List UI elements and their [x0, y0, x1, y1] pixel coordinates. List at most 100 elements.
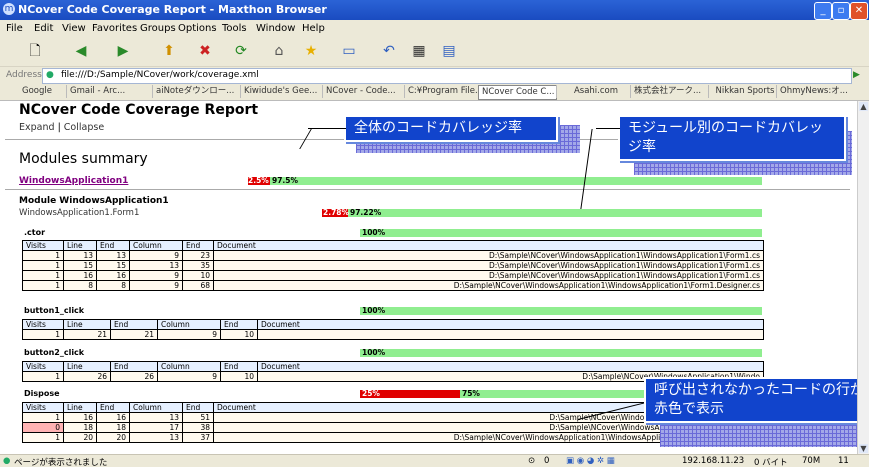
tile-icon[interactable]: ▦: [410, 42, 428, 60]
page-status-icon: ●: [3, 456, 11, 466]
status-ip: 192.168.11.23: [682, 456, 745, 466]
menu-groups[interactable]: Groups: [140, 23, 176, 34]
table-row-uncovered: 0 18 18 17 38 D:\Sample\NCover\WindowsApplica…: [22, 422, 764, 433]
page-title: NCover Code Coverage Report: [19, 102, 259, 118]
callout-pointer: [308, 128, 346, 129]
go-icon[interactable]: ▶: [853, 70, 860, 80]
module-heading: Module WindowsApplication1: [19, 196, 169, 206]
address-bar: Address ● file:///D:/Sample/NCover/work/…: [0, 66, 869, 85]
method-uncovered-label: 25%: [362, 389, 380, 398]
coverage-table: Visits Line End Column End Document 1 13 1…: [22, 240, 764, 291]
new-tab-icon[interactable]: 🗋: [26, 42, 44, 60]
summary-uncovered-label: 2.5%: [248, 176, 269, 185]
method-name: .ctor: [24, 228, 46, 237]
class-uncovered-label: 2.78%: [323, 208, 350, 217]
callout-pointer: [596, 128, 620, 129]
status-bar: ● ページが表示されました ⊙ 0 ▣ ◉ ◕ ✲ ▦ 192.168.11.2…: [0, 454, 869, 468]
favorites-star-icon[interactable]: ★: [302, 42, 320, 60]
method-covered-segment: [360, 349, 762, 357]
divider: [5, 189, 850, 190]
page-icon: ●: [46, 70, 54, 80]
tab-asahi[interactable]: Asahi.com: [556, 85, 632, 98]
callout-pointer: [580, 129, 593, 209]
table-row: 1 16 16 9 10 D:\Sample\NCover\WindowsApplicat…: [22, 270, 764, 281]
stop-icon[interactable]: ✖: [196, 42, 214, 60]
callout-overall-coverage: 全体のコードカバレッジ率: [344, 115, 558, 142]
up-icon[interactable]: ⬆: [160, 42, 178, 60]
tab-kiwidude[interactable]: Kiwidude's Gee...: [240, 85, 324, 98]
menu-favorites[interactable]: Favorites: [92, 23, 137, 34]
table-row: 1 15 15 13 35 D:\Sample\NCover\WindowsApplica…: [22, 260, 764, 271]
collapse-link[interactable]: Collapse: [64, 122, 104, 133]
tab-bar: Google Gmail - Arc... aiNoteダウンロー... Kiw…: [0, 84, 869, 101]
menu-file[interactable]: File: [6, 23, 23, 34]
method-pct-label: 100%: [362, 348, 386, 357]
title-bar: m NCover Code Coverage Report - Maxthon …: [0, 0, 869, 20]
col-column: Column: [129, 240, 183, 251]
menu-tools[interactable]: Tools: [222, 23, 247, 34]
refresh-icon[interactable]: ⟳: [232, 42, 250, 60]
tab-program-files[interactable]: C:¥Program File...: [404, 85, 480, 98]
panel-icon[interactable]: ▤: [440, 42, 458, 60]
status-text: ページが表示されました: [14, 458, 108, 468]
col-end: End: [96, 240, 130, 251]
status-tools-icon[interactable]: ▣ ◉ ◕ ✲ ▦: [566, 456, 615, 466]
address-input[interactable]: ● file:///D:/Sample/NCover/work/coverage…: [42, 68, 852, 84]
tab-ark[interactable]: 株式会社アーク...: [630, 85, 710, 98]
tab-ainote[interactable]: aiNoteダウンロー...: [152, 85, 242, 98]
home-icon[interactable]: ⌂: [270, 42, 288, 60]
minimize-button[interactable]: _: [814, 2, 832, 20]
method-coverage-bar: 100%: [360, 348, 762, 357]
tab-nikkan[interactable]: Nikkan Sports: [708, 85, 778, 98]
col-visits: Visits: [22, 240, 64, 251]
callout-module-coverage: モジュール別のコードカバレッジ率: [618, 115, 846, 161]
method-coverage-bar: 100%: [360, 306, 762, 315]
method-name: button1_click: [24, 306, 85, 315]
class-covered-label: 97.22%: [350, 208, 382, 217]
expand-collapse-links: Expand | Collapse: [19, 122, 105, 133]
table-row: 1 8 8 9 68 D:\Sample\NCover\WindowsApplicatio…: [22, 280, 764, 291]
back-icon[interactable]: ◀: [72, 42, 90, 60]
method-name: Dispose: [24, 389, 60, 398]
forward-icon[interactable]: ▶: [114, 42, 132, 60]
undo-icon[interactable]: ↶: [380, 42, 398, 60]
menu-help[interactable]: Help: [302, 23, 325, 34]
vertical-scrollbar[interactable]: ▲ ▼: [857, 101, 869, 454]
menu-options[interactable]: Options: [178, 23, 217, 34]
menu-view[interactable]: View: [62, 23, 86, 34]
tab-gmail[interactable]: Gmail - Arc...: [66, 85, 154, 98]
callout-uncalled-lines: 呼び出されなかったコードの行が赤色で表示: [644, 377, 857, 423]
col-line: Line: [63, 240, 97, 251]
tab-google[interactable]: Google: [4, 85, 67, 98]
class-covered-segment: [348, 209, 762, 217]
scroll-up-icon[interactable]: ▲: [859, 102, 868, 111]
expand-link[interactable]: Expand: [19, 122, 55, 133]
module-link[interactable]: WindowsApplication1: [19, 176, 128, 186]
address-value: file:///D:/Sample/NCover/work/coverage.x…: [61, 70, 259, 80]
toolbar: 🗋 ◀ ▶ ⬆ ✖ ⟳ ⌂ ★ ▭ ↶ ▦ ▤: [0, 38, 869, 66]
screen-icon[interactable]: ▭: [340, 42, 358, 60]
close-button[interactable]: ✕: [850, 2, 868, 20]
address-label: Address: [6, 70, 42, 80]
status-memory: 70M: [802, 456, 821, 466]
maximize-button[interactable]: ▫: [832, 2, 850, 20]
menu-window[interactable]: Window: [256, 23, 295, 34]
col-end2: End: [182, 240, 214, 251]
method-covered-segment: [360, 307, 762, 315]
table-row: 1 21 21 9 10: [22, 329, 764, 340]
table-row: 1 13 13 9 23 D:\Sample\NCover\WindowsApplicat…: [22, 250, 764, 261]
tab-ohmynews[interactable]: OhmyNews:オ...: [776, 85, 860, 98]
method-covered-label: 75%: [462, 389, 480, 398]
modules-summary-heading: Modules summary: [19, 151, 148, 167]
summary-covered-segment: [270, 177, 762, 185]
report-content: NCover Code Coverage Report Expand | Col…: [0, 101, 857, 454]
col-document: Document: [213, 240, 764, 251]
tab-ncover-code[interactable]: NCover - Code...: [322, 85, 406, 98]
scroll-down-icon[interactable]: ▼: [859, 444, 868, 453]
status-bytes: 0 バイト: [754, 458, 788, 468]
tab-ncover-report[interactable]: NCover Code C...: [478, 85, 557, 100]
method-pct-label: 100%: [362, 306, 386, 315]
window-title: NCover Code Coverage Report - Maxthon Br…: [18, 3, 327, 16]
menu-edit[interactable]: Edit: [34, 23, 53, 34]
status-counter: 0: [544, 456, 550, 466]
